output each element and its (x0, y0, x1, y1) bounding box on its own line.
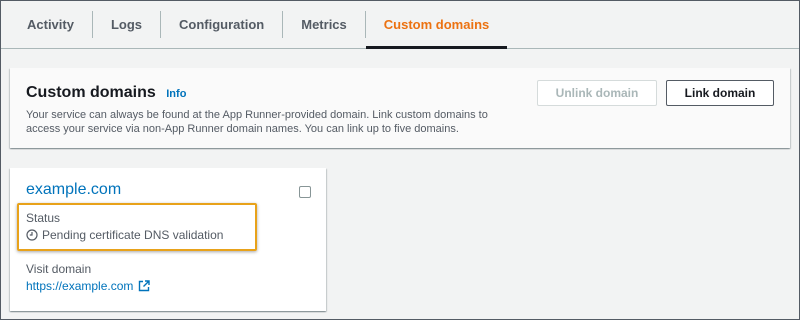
status-value: Pending certificate DNS validation (26, 228, 223, 242)
unlink-domain-button[interactable]: Unlink domain (537, 80, 657, 106)
status-value-text: Pending certificate DNS validation (42, 228, 224, 242)
tab-logs[interactable]: Logs (93, 1, 160, 48)
visit-domain-link[interactable]: https://example.com (26, 279, 151, 293)
domain-card: example.com Status Pending certificate D… (10, 168, 326, 311)
panel-title-text: Custom domains (26, 84, 156, 101)
clock-icon (26, 229, 38, 241)
tab-custom-domains[interactable]: Custom domains (365, 1, 508, 49)
external-link-icon[interactable] (138, 280, 151, 292)
tab-bar: Activity Logs Configuration Metrics Cust… (1, 1, 799, 49)
link-domain-button[interactable]: Link domain (666, 80, 774, 106)
domain-name-link[interactable]: example.com (26, 181, 121, 199)
status-label: Status (26, 211, 61, 225)
domain-select-checkbox[interactable] (299, 186, 311, 198)
tab-activity[interactable]: Activity (9, 1, 92, 48)
panel-description: Your service can always be found at the … (26, 109, 488, 135)
panel-title: Custom domains Info (26, 84, 186, 102)
tab-metrics[interactable]: Metrics (283, 1, 365, 48)
visit-domain-label: Visit domain (26, 262, 92, 276)
info-link[interactable]: Info (166, 88, 186, 100)
visit-domain-url[interactable]: https://example.com (26, 279, 133, 293)
custom-domains-header-panel: Custom domains Info Your service can alw… (10, 68, 790, 148)
tab-configuration[interactable]: Configuration (161, 1, 282, 48)
